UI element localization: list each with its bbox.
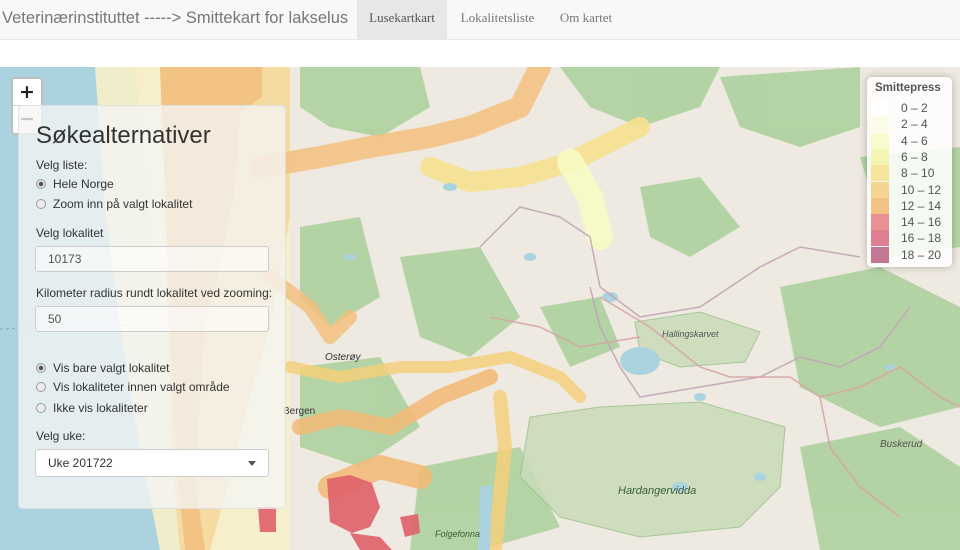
legend-label: 10 – 12 — [901, 182, 942, 197]
radio-checked-icon[interactable] — [36, 179, 46, 189]
list-label: Velg liste: — [36, 158, 88, 172]
legend-label: 0 – 2 — [901, 101, 928, 115]
radius-input[interactable]: 50 — [35, 306, 269, 332]
legend-item: 18 – 20 — [871, 246, 947, 263]
week-select-value: Uke 201722 — [48, 456, 113, 470]
legend-label: 4 – 6 — [901, 133, 928, 148]
legend-swatch — [871, 246, 889, 263]
legend-item: 16 – 18 — [871, 230, 947, 247]
legend-item: 8 – 10 — [871, 165, 947, 182]
caret-down-icon — [248, 461, 256, 466]
radio-label: Hele Norge — [53, 177, 114, 191]
radio-label: Zoom inn på valgt lokalitet — [53, 197, 193, 211]
radio-vis-innen-omrade[interactable]: Vis lokaliteter innen valgt område — [36, 379, 230, 395]
radio-label: Vis lokaliteter innen valgt område — [53, 380, 230, 394]
week-label: Velg uke: — [36, 429, 86, 443]
legend-label: 16 – 18 — [901, 231, 942, 246]
place-label-osteroy: Osterøy — [325, 352, 361, 363]
legend-swatch — [871, 230, 889, 247]
radio-unchecked-icon[interactable] — [36, 199, 46, 209]
brand-title[interactable]: Veterinærinstituttet -----> Smittekart f… — [2, 0, 348, 40]
legend-item: 0 – 2 — [871, 100, 947, 116]
place-label-buskerud: Buskerud — [880, 439, 923, 450]
panel-title: Søkealternativer — [36, 122, 211, 149]
legend-swatch — [871, 181, 889, 198]
radio-label: Vis bare valgt lokalitet — [53, 361, 170, 375]
tab-lusekartkart[interactable]: Lusekartkart — [357, 0, 447, 40]
radio-zoom-lokalitet[interactable]: Zoom inn på valgt lokalitet — [36, 196, 192, 212]
tab-om-kartet[interactable]: Om kartet — [548, 0, 624, 40]
radio-unchecked-icon[interactable] — [36, 382, 46, 392]
legend-label: 12 – 14 — [901, 198, 942, 213]
legend-item: 4 – 6 — [871, 132, 947, 149]
radio-ikke-vis[interactable]: Ikke vis lokaliteter — [36, 400, 148, 416]
legend-label: 14 – 16 — [901, 215, 942, 230]
tab-lokalitetsliste[interactable]: Lokalitetsliste — [450, 0, 545, 40]
legend-label: 8 – 10 — [901, 166, 935, 181]
place-label-bergen: Bergen — [283, 406, 316, 417]
zoom-in-button[interactable]: + — [13, 79, 41, 106]
radio-label: Ikke vis lokaliteter — [53, 401, 148, 415]
legend-swatch — [871, 214, 889, 231]
navbar: Veterinærinstituttet -----> Smittekart f… — [0, 0, 960, 40]
radio-unchecked-icon[interactable] — [36, 403, 46, 413]
location-input[interactable]: 10173 — [35, 246, 269, 272]
radio-checked-icon[interactable] — [36, 363, 46, 373]
legend-swatch — [871, 148, 889, 165]
legend-swatch — [871, 100, 889, 116]
legend-label: 6 – 8 — [901, 149, 928, 164]
legend-swatch — [871, 197, 889, 214]
legend-item: 2 – 4 — [871, 116, 947, 133]
page-gap — [0, 40, 960, 67]
location-label: Velg lokalitet — [36, 226, 104, 240]
legend-label: 18 – 20 — [901, 247, 942, 262]
legend-item: 6 – 8 — [871, 148, 947, 165]
legend-item: 12 – 14 — [871, 197, 947, 214]
legend-item: 10 – 12 — [871, 181, 947, 198]
legend-item: 14 – 16 — [871, 214, 947, 231]
legend: Smittepress 0 – 2 2 – 44 – 66 – 8 8 – 10 10… — [867, 77, 952, 267]
place-label-folgefonna: Folgefonna — [435, 529, 481, 539]
week-select[interactable]: Uke 201722 — [35, 449, 269, 477]
place-label-hardangervidda: Hardangervidda — [618, 485, 697, 497]
radio-hele-norge[interactable]: Hele Norge — [36, 176, 114, 192]
legend-swatch — [871, 116, 889, 133]
place-label-hallingskarvet: Hallingskarvet — [662, 329, 719, 339]
legend-swatch — [871, 132, 889, 149]
legend-swatch — [871, 165, 889, 182]
legend-title: Smittepress — [875, 82, 941, 94]
radio-vis-bare-valgt[interactable]: Vis bare valgt lokalitet — [36, 360, 170, 376]
legend-label: 2 – 4 — [901, 117, 928, 132]
protected-hardangervidda — [519, 401, 786, 538]
radius-label: Kilometer radius rundt lokalitet ved zoo… — [36, 286, 273, 300]
search-options-panel: Søkealternativer Velg liste: Hele Norge … — [18, 105, 286, 509]
